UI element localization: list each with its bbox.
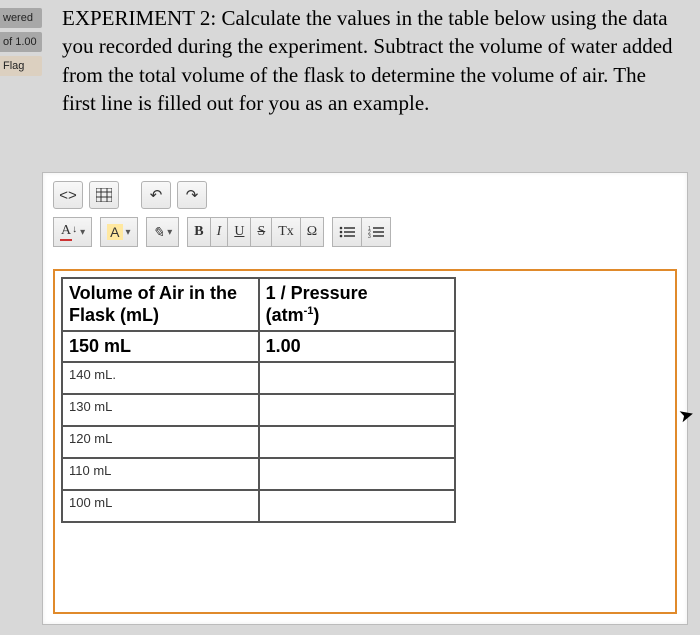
table-row: 110 mL [62, 458, 455, 490]
table-cell[interactable]: 100 mL [62, 490, 259, 522]
table-row: 140 mL. [62, 362, 455, 394]
table-cell[interactable]: 140 mL. [62, 362, 259, 394]
bold-button[interactable]: B [187, 217, 210, 247]
table-row-example: 150 mL 1.00 [62, 331, 455, 362]
italic-button[interactable]: I [211, 217, 229, 247]
table-cell[interactable] [259, 394, 456, 426]
table-cell[interactable]: 120 mL [62, 426, 259, 458]
table-icon [96, 188, 112, 202]
code-view-button[interactable]: <> [53, 181, 83, 209]
strike-button[interactable]: S [251, 217, 272, 247]
table-row: 130 mL [62, 394, 455, 426]
table-cell[interactable] [259, 458, 456, 490]
table-cell[interactable]: 130 mL [62, 394, 259, 426]
instructions-text: EXPERIMENT 2: Calculate the values in th… [62, 4, 680, 117]
clear-format-button[interactable]: Tx [272, 217, 301, 247]
editor-content-area[interactable]: Volume of Air in the Flask (mL) 1 / Pres… [53, 269, 677, 614]
insert-table-button[interactable] [89, 181, 119, 209]
table-cell[interactable]: 110 mL [62, 458, 259, 490]
table-cell[interactable] [259, 490, 456, 522]
table-header-pressure: 1 / Pressure (atm-1) [259, 278, 456, 331]
rich-text-editor: <> ↶ ↷ A↓ A ✎ B I U S Tx Ω 123 [42, 172, 688, 625]
underline-button[interactable]: U [228, 217, 251, 247]
brush-icon: ✎ [153, 224, 165, 241]
table-cell[interactable]: 150 mL [62, 331, 259, 362]
special-char-button[interactable]: Ω [301, 217, 324, 247]
table-cell[interactable] [259, 426, 456, 458]
list-ul-icon [339, 226, 355, 238]
table-cell[interactable]: 1.00 [259, 331, 456, 362]
unordered-list-button[interactable] [332, 217, 362, 247]
ordered-list-button[interactable]: 123 [362, 217, 391, 247]
table-row: 100 mL [62, 490, 455, 522]
svg-text:3: 3 [368, 234, 371, 238]
redo-button[interactable]: ↷ [177, 181, 207, 209]
toolbar-row-2: A↓ A ✎ B I U S Tx Ω 123 [43, 213, 687, 255]
table-cell[interactable] [259, 362, 456, 394]
sidebar-item-flag[interactable]: Flag [0, 56, 42, 76]
sidebar-item-points[interactable]: of 1.00 [0, 32, 42, 52]
table-header-volume: Volume of Air in the Flask (mL) [62, 278, 259, 331]
sidebar-item-answered[interactable]: wered [0, 8, 42, 28]
list-ol-icon: 123 [368, 226, 384, 238]
font-color-button[interactable]: A↓ [53, 217, 92, 247]
data-table[interactable]: Volume of Air in the Flask (mL) 1 / Pres… [61, 277, 456, 523]
table-row: 120 mL [62, 426, 455, 458]
format-painter-button[interactable]: ✎ [146, 217, 180, 247]
toolbar-row-1: <> ↶ ↷ [43, 173, 687, 213]
undo-button[interactable]: ↶ [141, 181, 171, 209]
bg-color-button[interactable]: A [100, 217, 137, 247]
sidebar: wered of 1.00 Flag [0, 8, 42, 76]
